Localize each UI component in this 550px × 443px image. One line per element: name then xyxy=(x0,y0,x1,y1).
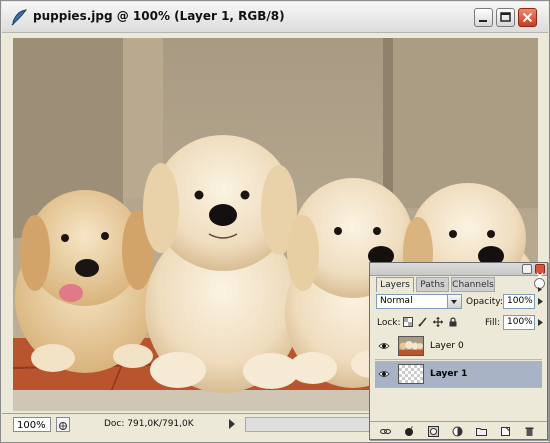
close-button[interactable] xyxy=(518,8,537,27)
chevron-down-icon xyxy=(451,300,457,304)
link-icon[interactable] xyxy=(380,426,391,437)
dropdown-button[interactable] xyxy=(447,295,461,308)
tab-paths[interactable]: Paths xyxy=(416,277,449,292)
fill-field[interactable]: 100% xyxy=(503,315,535,330)
document-size-info: Doc: 791,0K/791,0K xyxy=(104,419,194,429)
puppies-thumbnail-icon xyxy=(399,337,423,355)
blend-mode-value: Normal xyxy=(380,296,413,306)
title-bar[interactable]: puppies.jpg @ 100% (Layer 1, RGB/8) xyxy=(2,2,548,33)
fill-label: Fill: xyxy=(485,318,501,328)
opacity-field[interactable]: 100% xyxy=(503,294,535,309)
maximize-button[interactable] xyxy=(496,8,515,27)
layer-style-icon[interactable]: f xyxy=(404,426,415,437)
layer-name: Layer 1 xyxy=(430,369,468,379)
maximize-icon xyxy=(500,12,511,22)
palette-tabs: Layers Paths Channels xyxy=(370,276,547,292)
lock-transparent-icon[interactable] xyxy=(403,317,413,327)
window-title: puppies.jpg @ 100% (Layer 1, RGB/8) xyxy=(33,9,285,23)
new-layer-icon[interactable] xyxy=(500,426,511,437)
palette-close-button[interactable] xyxy=(535,264,545,280)
zoom-level-field[interactable]: 100% xyxy=(13,417,51,432)
opacity-label: Opacity: xyxy=(466,297,503,307)
status-menu-button[interactable] xyxy=(56,417,70,432)
layers-footer-toolbar: f xyxy=(370,421,547,440)
palette-minimize-button[interactable] xyxy=(522,264,532,274)
tab-channels[interactable]: Channels xyxy=(451,277,495,292)
layer-name: Layer 0 xyxy=(430,341,464,351)
eye-icon[interactable] xyxy=(378,369,390,379)
new-group-icon[interactable] xyxy=(476,426,487,437)
palette-title-bar[interactable] xyxy=(370,263,547,280)
minimize-icon xyxy=(479,20,487,22)
lock-move-icon[interactable] xyxy=(433,317,443,327)
adjustment-layer-icon[interactable] xyxy=(452,426,463,437)
minimize-button[interactable] xyxy=(474,8,493,27)
status-arrow-icon[interactable] xyxy=(229,419,235,429)
layer-row-layer-0[interactable]: Layer 0 xyxy=(375,333,542,360)
layer-thumbnail-photo xyxy=(398,336,424,356)
tab-layers[interactable]: Layers xyxy=(376,277,414,292)
fill-slider-button[interactable] xyxy=(535,315,546,330)
eye-icon[interactable] xyxy=(378,341,390,351)
blend-mode-select[interactable]: Normal xyxy=(376,294,462,309)
close-icon xyxy=(522,12,533,23)
layer-thumbnail-transparent xyxy=(398,364,424,384)
lock-brush-icon[interactable] xyxy=(418,317,428,327)
photoshop-feather-icon xyxy=(11,9,28,26)
triangle-right-icon xyxy=(538,319,543,326)
layers-palette: Layers Paths Channels Normal Opacity: 10… xyxy=(369,262,548,440)
layer-row-layer-1[interactable]: Layer 1 xyxy=(375,361,542,388)
triangle-right-icon xyxy=(538,287,542,292)
navigator-icon xyxy=(59,422,67,430)
svg-text:f: f xyxy=(411,426,413,432)
layers-list: Layer 0 Layer 1 xyxy=(370,333,547,419)
lock-all-icon[interactable] xyxy=(448,317,458,327)
palette-menu-button[interactable] xyxy=(534,278,545,292)
triangle-right-icon xyxy=(538,298,543,305)
trash-icon[interactable] xyxy=(524,426,535,437)
lock-label: Lock: xyxy=(377,318,401,328)
opacity-slider-button[interactable] xyxy=(535,294,546,309)
layer-mask-icon[interactable] xyxy=(428,426,439,437)
